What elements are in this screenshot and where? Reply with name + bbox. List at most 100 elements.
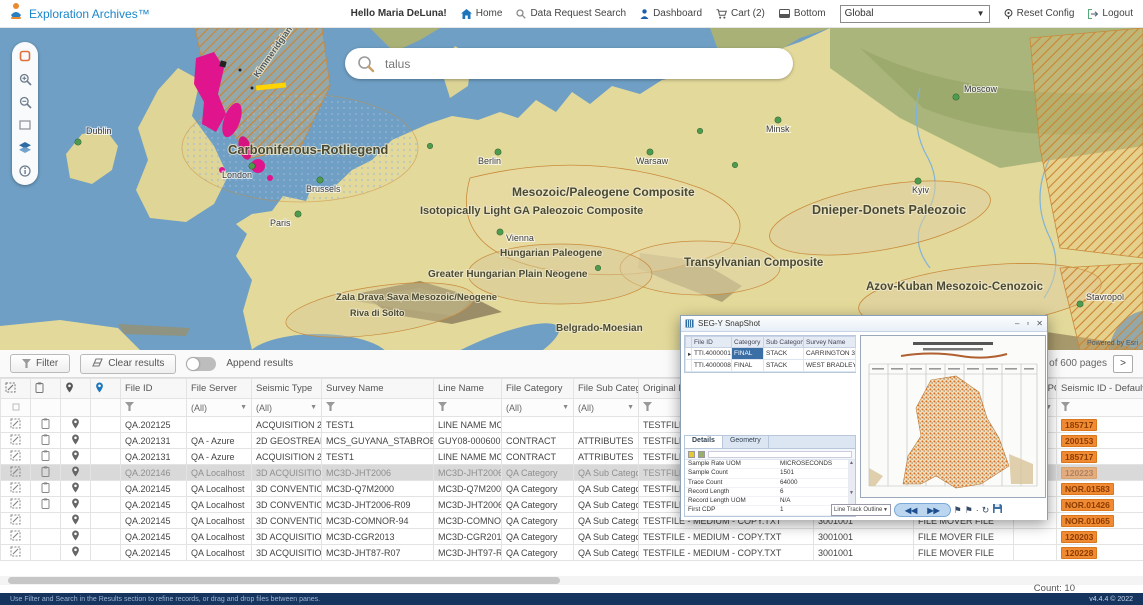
filter-button[interactable]: Filter xyxy=(10,354,70,373)
minimize-button[interactable]: – xyxy=(1015,319,1019,328)
column-header[interactable]: File Category xyxy=(502,379,574,399)
popup-grid-row[interactable]: TTI.4000008 FINAL STACK WEST BRADLEY 3D xyxy=(686,360,856,372)
append-results-toggle[interactable] xyxy=(186,357,216,371)
row-pin-icon[interactable] xyxy=(61,545,91,561)
popup-col-header[interactable]: Survey Name xyxy=(804,337,856,348)
row-select-icon[interactable] xyxy=(1,433,31,449)
refresh-button[interactable]: ↻ xyxy=(982,506,990,515)
seismic-id-badge[interactable]: 120203 xyxy=(1061,531,1097,543)
row-clipboard-icon[interactable] xyxy=(31,513,61,529)
table-hscroll-thumb[interactable] xyxy=(8,577,560,584)
seismic-id-badge[interactable]: 185717 xyxy=(1061,451,1097,463)
seismic-id-badge[interactable]: 200153 xyxy=(1061,435,1097,447)
next-page-button[interactable]: > xyxy=(1113,355,1133,373)
logout-button[interactable]: Logout xyxy=(1088,8,1133,19)
tab-geometry[interactable]: Geometry xyxy=(723,436,769,448)
row-clipboard-icon[interactable] xyxy=(31,529,61,545)
popup-grid-row[interactable]: ▸ TTI.4000001 FINAL STACK CARRINGTON 3D xyxy=(686,348,856,360)
seismic-id-badge[interactable]: NOR.01583 xyxy=(1061,483,1114,495)
region-select[interactable]: Global ▼ xyxy=(840,5,990,23)
map-canvas[interactable]: Kimmeridgian Shale Carboniferous-Rotlieg… xyxy=(0,28,1143,350)
tab-details[interactable]: Details xyxy=(685,436,723,448)
row-select-icon[interactable] xyxy=(1,529,31,545)
fast-forward-button[interactable]: ▶▶ xyxy=(927,506,939,515)
row-clipboard-icon[interactable] xyxy=(31,497,61,513)
nav-dashboard[interactable]: Dashboard xyxy=(640,8,702,19)
property-search-input[interactable] xyxy=(708,451,852,458)
row-clipboard-icon[interactable] xyxy=(31,545,61,561)
property-row[interactable]: Record Length UOMN/A xyxy=(685,497,855,506)
filter-cell-seismic-type[interactable]: (All)▼ xyxy=(252,399,322,417)
close-icon[interactable]: ✕ xyxy=(1036,319,1043,328)
filter-cell-file-server[interactable]: (All)▼ xyxy=(187,399,252,417)
row-select-icon[interactable] xyxy=(1,449,31,465)
table-row[interactable]: QA.202145QA Localhost3D ACQUISITIONMC3D-… xyxy=(1,529,1143,545)
table-row[interactable]: QA.202145QA Localhost3D ACQUISITIONMC3D-… xyxy=(1,545,1143,561)
row-select-icon[interactable] xyxy=(1,513,31,529)
row-pin-icon[interactable] xyxy=(61,481,91,497)
filter-cell-file-sub-category[interactable]: (All)▼ xyxy=(574,399,639,417)
row-clipboard-icon[interactable] xyxy=(31,465,61,481)
row-clipboard-icon[interactable] xyxy=(31,449,61,465)
clear-results-button[interactable]: Clear results xyxy=(80,354,176,374)
seismic-id-badge[interactable]: 185717 xyxy=(1061,419,1097,431)
nav-cart[interactable]: Cart (2) xyxy=(716,8,765,19)
row-select-icon[interactable] xyxy=(1,417,31,433)
property-row[interactable]: Sample Count1501 xyxy=(685,469,855,478)
info-tool[interactable] xyxy=(17,163,33,179)
row-pin-icon[interactable] xyxy=(61,449,91,465)
map-search-input[interactable] xyxy=(385,57,715,71)
row-clipboard-icon[interactable] xyxy=(31,433,61,449)
property-row[interactable]: Trace Count64000 xyxy=(685,479,855,488)
row-select-icon[interactable] xyxy=(1,497,31,513)
filter-cell-file-id[interactable] xyxy=(121,399,187,417)
map-search-bar[interactable] xyxy=(345,48,793,79)
column-header[interactable]: File Sub Category xyxy=(574,379,639,399)
row-clipboard-icon[interactable] xyxy=(31,417,61,433)
column-header[interactable]: Line Name xyxy=(434,379,502,399)
clipboard-column-header[interactable] xyxy=(31,379,61,399)
row-pin-icon[interactable] xyxy=(61,465,91,481)
seismic-id-badge[interactable]: 120228 xyxy=(1061,547,1097,559)
filter-cell-line-name[interactable] xyxy=(434,399,502,417)
select-column-header[interactable] xyxy=(1,379,31,399)
zoom-out-tool[interactable] xyxy=(17,94,33,110)
column-header[interactable]: Survey Name xyxy=(322,379,434,399)
filter-cell-seismic-id[interactable] xyxy=(1057,399,1143,417)
row-pin-icon[interactable] xyxy=(61,417,91,433)
filter-cell-survey-name[interactable] xyxy=(322,399,434,417)
nav-home[interactable]: Home xyxy=(461,8,503,19)
row-select-icon[interactable] xyxy=(1,481,31,497)
column-header[interactable]: Seismic Type xyxy=(252,379,322,399)
rewind-button[interactable]: ◀◀ xyxy=(905,506,917,515)
seismic-id-badge[interactable]: NOR.01426 xyxy=(1061,499,1114,511)
nav-data-request-search[interactable]: Data Request Search xyxy=(516,8,626,19)
property-row[interactable]: First CDP1 xyxy=(685,506,855,515)
column-header[interactable]: Seismic ID - Default xyxy=(1057,379,1143,399)
filter-cell-file-category[interactable]: (All)▼ xyxy=(502,399,574,417)
popup-col-header[interactable]: Category xyxy=(732,337,764,348)
default-extent-tool[interactable] xyxy=(17,48,33,64)
row-select-icon[interactable] xyxy=(1,465,31,481)
sort-icon[interactable] xyxy=(698,451,705,458)
row-pin-icon[interactable] xyxy=(61,513,91,529)
property-row[interactable]: Sample Rate UOMMICROSECONDS xyxy=(685,460,855,469)
zoom-in-tool[interactable] xyxy=(17,71,33,87)
seismic-id-badge[interactable]: NOR.01065 xyxy=(1061,515,1114,527)
location-column-header[interactable] xyxy=(91,379,121,399)
pin-column-header[interactable] xyxy=(61,379,91,399)
draw-rectangle-tool[interactable] xyxy=(17,117,33,133)
column-header[interactable]: File Server xyxy=(187,379,252,399)
popup-col-header[interactable]: Sub Category xyxy=(764,337,804,348)
property-row[interactable]: Record Length6 xyxy=(685,488,855,497)
save-button[interactable] xyxy=(992,501,1003,519)
popup-titlebar[interactable]: SEG-Y SnapShot – ▫ ✕ xyxy=(681,316,1047,332)
flag-start-button[interactable]: ⚑ xyxy=(954,506,962,515)
row-pin-icon[interactable] xyxy=(61,529,91,545)
row-pin-icon[interactable] xyxy=(61,497,91,513)
segy-snapshot-window[interactable]: SEG-Y SnapShot – ▫ ✕ File ID Category Su… xyxy=(680,315,1048,520)
row-pin-icon[interactable] xyxy=(61,433,91,449)
reset-config-button[interactable]: Reset Config xyxy=(1004,8,1075,19)
popup-col-header[interactable]: File ID xyxy=(692,337,732,348)
seismic-id-badge[interactable]: 120223 xyxy=(1061,467,1097,479)
